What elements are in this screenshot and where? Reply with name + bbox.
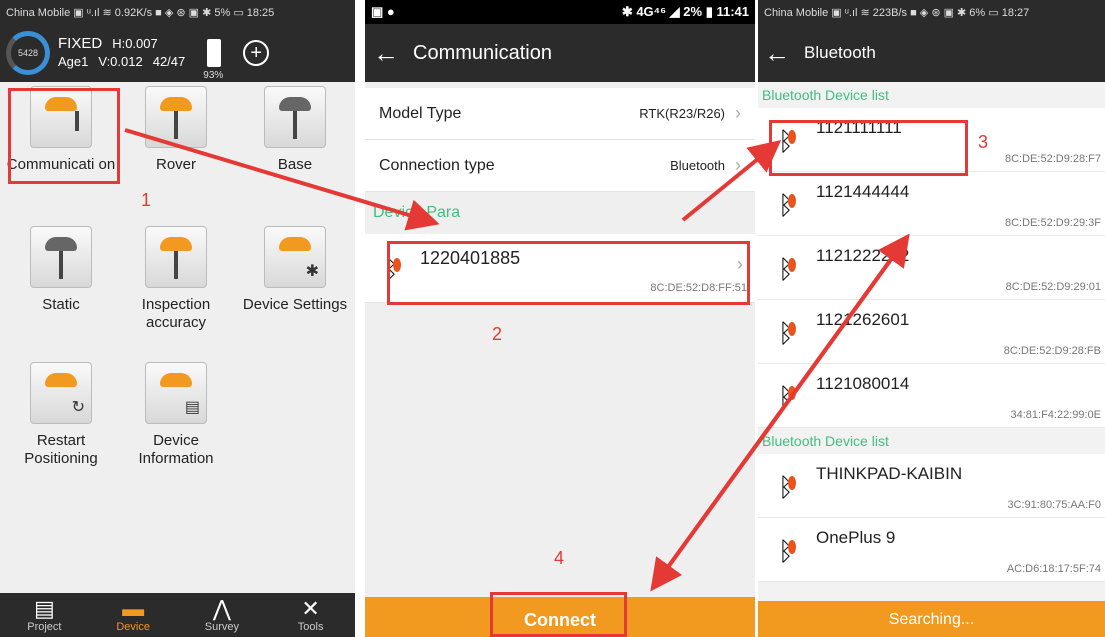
highlight-communication: [8, 88, 120, 184]
connection-type-value: Bluetooth: [670, 158, 725, 173]
device-name: 1121444444: [816, 182, 910, 201]
add-icon[interactable]: +: [243, 40, 270, 66]
highlight-bluetooth-device: [769, 120, 968, 176]
inspection-accuracy-tile[interactable]: Inspection accuracy: [121, 226, 231, 332]
device-mac: 3C:91:80:75:AA:F0: [1007, 499, 1101, 511]
device-mac: 8C:DE:52:D9:28:FB: [1003, 345, 1101, 357]
searching-button[interactable]: Searching...: [758, 601, 1105, 637]
device-mac: 8C:DE:52:D9:29:01: [1005, 281, 1101, 293]
static-tile[interactable]: Static: [6, 226, 116, 314]
highlight-connect: [490, 592, 627, 637]
battery-icon: 93%: [203, 39, 223, 81]
device-name: THINKPAD-KAIBIN: [816, 464, 963, 483]
settings-icon: ✱: [264, 226, 326, 288]
status-bar: China Mobile ▣ ᵘ.ıl ≋ 0.92K/s ■ ◈ ⊛ ▣ ✱ …: [0, 0, 355, 24]
battery-level: 93%: [203, 70, 224, 81]
base-tile[interactable]: Base: [240, 86, 350, 174]
step-number: 3: [978, 132, 989, 152]
page-title: Communication: [413, 41, 552, 64]
rover-tile[interactable]: Rover: [121, 86, 231, 174]
tab-device[interactable]: ▬ Device: [93, 593, 173, 637]
bluetooth-device-row[interactable]: ᛒ 1121262601 8C:DE:52:D9:28:FB: [758, 300, 1105, 364]
bluetooth-icon: ᛒ: [778, 382, 796, 413]
back-arrow-icon[interactable]: ←: [373, 38, 399, 69]
model-type-label: Model Type: [379, 104, 462, 122]
tools-icon: ✕: [301, 596, 320, 621]
title-bar: ← Bluetooth: [758, 24, 1105, 82]
communication-screen: ▣ ● ✱ 4G⁴⁶ ◢ 2% ▮ 11:41 ← Communication …: [365, 0, 755, 637]
bluetooth-device-row[interactable]: ᛒ 1121080014 34:81:F4:22:99:0E: [758, 364, 1105, 428]
tab-project[interactable]: ▤ Project: [4, 593, 84, 637]
position-ring[interactable]: 5428: [6, 31, 50, 75]
device-list-header: Bluetooth Device list: [758, 428, 1105, 454]
tile-label: Rover: [155, 156, 196, 173]
bluetooth-device-row[interactable]: ᛒ 1121222222 8C:DE:52:D9:29:01: [758, 236, 1105, 300]
connection-type-label: Connection type: [379, 156, 495, 174]
available-device-list: ᛒ THINKPAD-KAIBIN 3C:91:80:75:AA:F0 ᛒ OnePlu…: [758, 454, 1105, 582]
restart-icon: ↻: [30, 362, 92, 424]
device-settings-tile[interactable]: ✱ Device Settings: [240, 226, 350, 314]
tile-label: Restart Positioning: [24, 432, 98, 467]
bluetooth-icon: ᛒ: [778, 318, 796, 349]
base-icon: [264, 86, 326, 148]
device-name: 1121262601: [816, 310, 910, 329]
v-precision: V:0.012: [98, 54, 143, 69]
title-bar: ← Communication: [365, 24, 755, 82]
tab-tools[interactable]: ✕ Tools: [271, 593, 351, 637]
solution-status: FIXED: [58, 35, 103, 52]
device-name: 1121222222: [816, 246, 910, 265]
bluetooth-device-row[interactable]: ᛒ THINKPAD-KAIBIN 3C:91:80:75:AA:F0: [758, 454, 1105, 518]
device-information-tile[interactable]: ▤ Device Information: [121, 362, 231, 468]
age-value: Age1: [58, 54, 89, 69]
step-number: 2: [492, 324, 503, 344]
tile-label: Base: [277, 156, 313, 173]
bluetooth-device-row[interactable]: ᛒ 1121444444 8C:DE:52:D9:29:3F: [758, 172, 1105, 236]
connection-type-row[interactable]: Connection type Bluetooth ›: [365, 140, 755, 192]
ring-value: 5428: [17, 48, 39, 58]
device-name: OnePlus 9: [816, 528, 896, 547]
device-mac: AC:D6:18:17:5F:74: [1006, 563, 1101, 575]
device-name: 1121080014: [816, 374, 910, 393]
bluetooth-icon: ᛒ: [778, 472, 796, 503]
device-list-header: Bluetooth Device list: [758, 82, 1105, 108]
device-para-section: Device Para: [373, 204, 461, 221]
bluetooth-screen: China Mobile ▣ ᵘ.ıl ≋ 223B/s ■ ◈ ⊛ ▣ ✱ 6…: [758, 0, 1105, 637]
status-bar: China Mobile ▣ ᵘ.ıl ≋ 223B/s ■ ◈ ⊛ ▣ ✱ 6…: [758, 0, 1105, 24]
page-title: Bluetooth: [804, 43, 876, 62]
tile-label: Static: [42, 296, 80, 313]
static-icon: [30, 226, 92, 288]
list-icon: ▤: [33, 596, 55, 621]
gps-info: FIXED H:0.007 Age1 V:0.012 42/47: [58, 35, 185, 71]
bluetooth-device-row[interactable]: ᛒ OnePlus 9 AC:D6:18:17:5F:74: [758, 518, 1105, 582]
inspection-icon: [145, 226, 207, 288]
rover-icon: [145, 86, 207, 148]
info-icon: ▤: [145, 362, 207, 424]
bluetooth-icon: ᛒ: [778, 254, 796, 285]
survey-icon: ⋀: [212, 596, 231, 621]
h-precision: H:0.007: [112, 36, 158, 51]
model-type-row[interactable]: Model Type RTK(R23/R26) ›: [365, 88, 755, 140]
gnss-status-header: 5428 FIXED H:0.007 Age1 V:0.012 42/47 93% +: [0, 24, 355, 82]
status-bar: ▣ ● ✱ 4G⁴⁶ ◢ 2% ▮ 11:41: [365, 0, 755, 24]
model-type-value: RTK(R23/R26): [639, 106, 725, 121]
satellite-count: 42/47: [152, 54, 186, 69]
device-mac: 8C:DE:52:D9:29:3F: [1005, 217, 1101, 229]
device-mac: 8C:DE:52:D9:28:F7: [1005, 153, 1101, 165]
tile-label: Device Settings: [242, 296, 348, 313]
bottom-tab-bar: ▤ Project ▬ Device ⋀ Survey ✕ Tools: [0, 593, 355, 637]
chevron-right-icon: ›: [735, 155, 741, 175]
restart-positioning-tile[interactable]: ↻ Restart Positioning: [6, 362, 116, 468]
step-number: 1: [141, 190, 152, 210]
tile-label: Inspection accuracy: [141, 296, 211, 331]
back-arrow-icon[interactable]: ←: [764, 38, 790, 69]
tile-label: Device Information: [138, 432, 214, 467]
bluetooth-icon: ᛒ: [778, 536, 796, 567]
tab-survey[interactable]: ⋀ Survey: [182, 593, 262, 637]
bluetooth-icon: ᛒ: [778, 190, 796, 221]
chevron-right-icon: ›: [735, 103, 741, 123]
device-mac: 34:81:F4:22:99:0E: [1010, 409, 1101, 421]
step-number: 4: [554, 548, 565, 568]
receiver-icon: ▬: [122, 596, 145, 621]
highlight-device: [387, 241, 750, 305]
